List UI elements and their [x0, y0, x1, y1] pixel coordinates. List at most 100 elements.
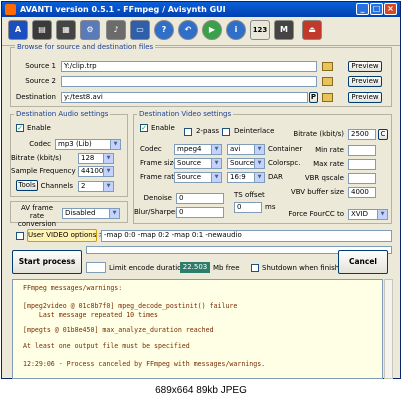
av-framerate-select[interactable]: Disabled ▼ [62, 208, 120, 219]
chevron-down-icon: ▼ [211, 173, 221, 182]
frame-size-select[interactable]: Source ▼ [174, 158, 222, 169]
container-value: avi [230, 145, 241, 153]
twopass-checkbox[interactable] [184, 128, 192, 136]
chevron-down-icon: ▼ [103, 182, 113, 191]
user-options-input[interactable]: -map 0:0 -map 0:2 -map 0:1 -newaudio [101, 230, 392, 242]
123-icon[interactable]: 123 [250, 20, 270, 40]
cancel-button[interactable]: Cancel [338, 250, 388, 274]
123-label: 123 [252, 26, 268, 34]
log-line: Last message repeated 10 times [23, 311, 158, 319]
source1-folder-icon[interactable] [322, 62, 333, 71]
vbv-buffer-input[interactable]: 4000 [348, 187, 376, 198]
start-process-button[interactable]: Start process [12, 250, 82, 274]
source2-preview-button[interactable]: Preview [348, 76, 382, 87]
max-rate-input[interactable] [348, 159, 376, 170]
log-line: [mpeg2video @ 01c8b7f0] mpeg_decode_post… [23, 302, 238, 310]
frame-size-value: Source [177, 159, 202, 167]
title-bar: AVANTI version 0.5.1 - FFmpeg / Avisynth… [2, 2, 400, 17]
deinterlace-checkbox[interactable] [222, 128, 230, 136]
clapperboard-icon[interactable]: ▦ [56, 20, 76, 40]
window-title: AVANTI version 0.5.1 - FFmpeg / Avisynth… [20, 5, 226, 14]
play-icon[interactable]: ▶ [202, 20, 222, 40]
mb-free-value: 22.503 [180, 262, 210, 273]
denoise-label: Denoise [143, 194, 172, 202]
log-line: FFmpeg messages/warnings: [23, 284, 123, 292]
max-rate-label: Max rate [313, 160, 344, 168]
back-arrow-icon[interactable]: ↶ [178, 20, 198, 40]
exit-door-icon[interactable]: ⏏ [302, 20, 322, 40]
avanti-window: AVANTI version 0.5.1 - FFmpeg / Avisynth… [1, 1, 401, 379]
destination-preview-button[interactable]: Preview [348, 92, 382, 103]
ts-offset-input[interactable]: 0 [234, 202, 262, 213]
source2-folder-icon[interactable] [322, 77, 333, 86]
vbr-qscale-input[interactable] [348, 173, 376, 184]
denoise-input[interactable]: 0 [176, 193, 224, 204]
channels-value: 2 [81, 182, 86, 190]
source1-preview-button[interactable]: Preview [348, 61, 382, 72]
mic-icon[interactable]: ♪ [106, 20, 126, 40]
vbv-buffer-label: VBV buffer size [290, 188, 344, 196]
question-icon[interactable]: ? [154, 20, 174, 40]
avisynth-a-icon[interactable]: A [8, 20, 28, 40]
colorspace-value: Source [230, 159, 255, 167]
sample-frequency-select[interactable]: 44100 ▼ [78, 166, 114, 177]
log-line: 12:29:06 - Process canceled by FFmpeg wi… [23, 360, 266, 368]
browse-legend: Browse for source and destination files [15, 43, 156, 51]
maximize-button[interactable]: □ [370, 3, 383, 15]
shutdown-checkbox[interactable] [251, 264, 259, 272]
audio-bitrate-select[interactable]: 128 ▼ [78, 153, 114, 164]
info-icon[interactable]: i [226, 20, 246, 40]
video-settings-group: Destination Video settings ✓ Enable 2-pa… [133, 110, 392, 224]
ts-offset-label: TS offset [234, 191, 265, 199]
film-icon[interactable]: ▤ [32, 20, 52, 40]
destination-input[interactable]: y:/test8.avi [61, 92, 308, 103]
video-bitrate-input[interactable]: 2500 [348, 129, 376, 140]
av-framerate-value: Disabled [65, 209, 96, 217]
source1-label: Source 1 [25, 62, 56, 70]
user-video-options-button[interactable]: User VIDEO options > [27, 229, 104, 242]
user-options-checkbox[interactable] [16, 232, 24, 240]
audio-codec-select[interactable]: mp3 (Lib) ▼ [55, 139, 121, 150]
sample-frequency-label: Sample Frequency [11, 167, 76, 175]
video-enable-label: Enable [151, 124, 175, 132]
min-rate-input[interactable] [348, 145, 376, 156]
frame-rate-value: Source [177, 173, 202, 181]
p-button[interactable]: P [309, 92, 318, 103]
source1-input[interactable]: Y:/clip.trp [61, 61, 317, 72]
chevron-down-icon: ▼ [254, 145, 264, 154]
deinterlace-label: Deinterlace [234, 127, 275, 135]
log-output: FFmpeg messages/warnings: [mpeg2video @ … [12, 279, 383, 379]
source2-input[interactable] [61, 76, 317, 87]
log-scrollbar[interactable] [384, 279, 393, 379]
limit-duration-input[interactable] [86, 262, 106, 273]
audio-enable-checkbox[interactable]: ✓ [16, 124, 24, 132]
channels-select[interactable]: 2 ▼ [78, 181, 114, 192]
chevron-down-icon: ▼ [377, 210, 387, 219]
audio-codec-label: Codec [29, 140, 51, 148]
av-framerate-group: AV frame rate conversion Disabled ▼ [10, 201, 128, 228]
destination-folder-icon[interactable] [322, 93, 333, 102]
c-button[interactable]: C [378, 129, 388, 140]
force-fourcc-select[interactable]: XVID ▼ [348, 209, 388, 220]
video-codec-value: mpeg4 [177, 145, 202, 153]
colorspace-select[interactable]: Source ▼ [227, 158, 265, 169]
minimize-button[interactable]: _ [356, 3, 369, 15]
blur-sharpen-label: Blur/Sharpen [134, 208, 180, 216]
dar-label: DAR [268, 173, 283, 181]
blur-sharpen-input[interactable]: 0 [176, 207, 224, 218]
video-codec-label: Codec [140, 145, 162, 153]
window-icon[interactable]: ▭ [130, 20, 150, 40]
chevron-down-icon: ▼ [211, 159, 221, 168]
dar-select[interactable]: 16:9 ▼ [227, 172, 265, 183]
video-codec-select[interactable]: mpeg4 ▼ [174, 144, 222, 155]
container-select[interactable]: avi ▼ [227, 144, 265, 155]
audio-bitrate-label: Bitrate (kbit/s) [11, 154, 62, 162]
audio-bitrate-value: 128 [81, 154, 95, 162]
sample-frequency-value: 44100 [81, 167, 104, 175]
mpeg-icon[interactable]: M [274, 20, 294, 40]
frame-size-label: Frame size [140, 159, 178, 167]
settings-icon[interactable]: ⚙ [80, 20, 100, 40]
close-button[interactable]: × [384, 3, 397, 15]
video-enable-checkbox[interactable]: ✓ [140, 124, 148, 132]
frame-rate-select[interactable]: Source ▼ [174, 172, 222, 183]
